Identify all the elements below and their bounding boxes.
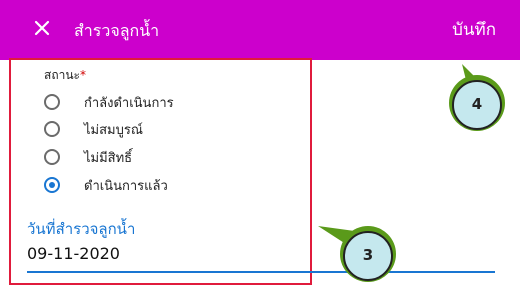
survey-date-label: วันที่สำรวจลูกน้ำ [27, 220, 136, 238]
radio-option-done[interactable]: ดำเนินการแล้ว [44, 173, 168, 197]
callout-3-number: 3 [362, 246, 374, 264]
radio-button[interactable] [44, 94, 60, 110]
radio-label: ไม่สมบูรณ์ [84, 122, 143, 138]
radio-option-incomplete[interactable]: ไม่สมบูรณ์ [44, 117, 143, 141]
callout-4-number: 4 [471, 95, 483, 113]
radio-label: ดำเนินการแล้ว [84, 178, 168, 194]
status-label: สถานะ* [44, 68, 86, 82]
date-field-underline [27, 271, 495, 273]
radio-label: กำลังดำเนินการ [84, 95, 174, 111]
required-mark: * [79, 68, 86, 82]
callout-4-pointer [462, 64, 490, 96]
close-icon[interactable] [30, 16, 54, 40]
radio-button[interactable] [44, 121, 60, 137]
radio-label: ไม่มีสิทธิ์ [84, 150, 133, 166]
radio-button-selected[interactable] [44, 177, 60, 193]
survey-date-field[interactable]: 09-11-2020 [27, 244, 120, 263]
page-title: สำรวจลูกน้ำ [74, 21, 160, 40]
callout-3-pointer [318, 226, 362, 248]
save-button[interactable]: บันทึก [452, 16, 496, 43]
radio-button[interactable] [44, 149, 60, 165]
radio-option-in-progress[interactable]: กำลังดำเนินการ [44, 90, 174, 114]
radio-option-no-right[interactable]: ไม่มีสิทธิ์ [44, 145, 132, 169]
app-bar: สำรวจลูกน้ำ บันทึก [0, 0, 520, 60]
